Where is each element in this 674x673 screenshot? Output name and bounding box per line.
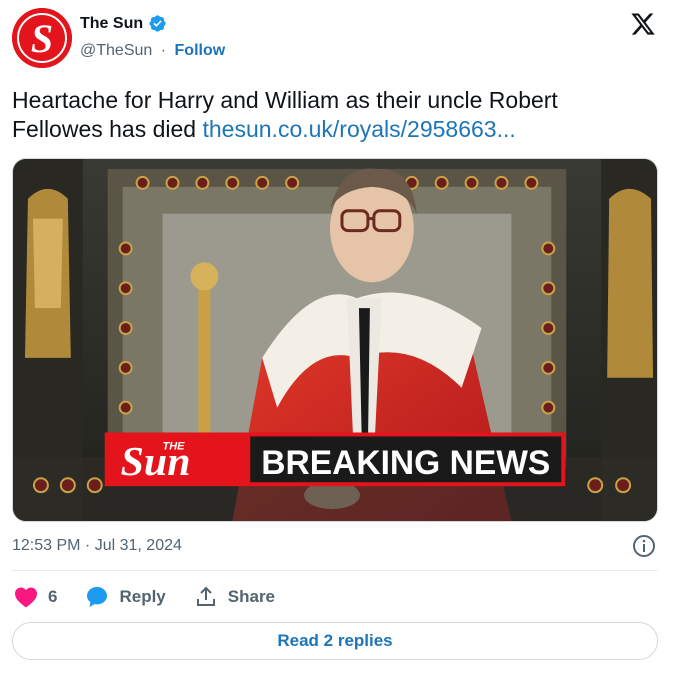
author-name[interactable]: The Sun (80, 15, 143, 33)
like-count: 6 (48, 587, 58, 606)
heart-icon (14, 586, 38, 608)
breaking-news-photo: Sun THE BREAKING NEWS (13, 159, 657, 521)
tweet-actions-bar: 6 Reply Share (14, 584, 303, 610)
author-name-row: The Sun (80, 14, 167, 33)
author-handle[interactable]: @TheSun (80, 42, 152, 59)
like-button[interactable]: 6 (14, 586, 57, 608)
the-sun-logo-icon: S (12, 8, 72, 68)
read-replies-button[interactable]: Read 2 replies (12, 622, 658, 660)
divider (12, 570, 658, 571)
banner-breaking-news-text: BREAKING NEWS (261, 444, 550, 482)
x-logo-icon[interactable] (630, 11, 656, 37)
tweet-media-image[interactable]: Sun THE BREAKING NEWS (12, 158, 658, 522)
reply-button[interactable]: Reply (85, 585, 166, 609)
tweet-text: Heartache for Harry and William as their… (12, 86, 652, 144)
tweet-link[interactable]: thesun.co.uk/royals/2958663... (203, 116, 516, 142)
reply-bubble-icon (85, 585, 109, 609)
share-label: Share (227, 587, 276, 606)
follow-button[interactable]: Follow (175, 42, 226, 59)
verified-badge-icon (148, 14, 167, 33)
svg-text:S: S (31, 16, 53, 61)
separator-dot: · (160, 42, 167, 59)
tweet-timestamp[interactable]: 12:53 PM · Jul 31, 2024 (12, 537, 182, 555)
info-icon[interactable] (632, 534, 656, 558)
author-avatar[interactable]: S (12, 8, 72, 68)
share-icon (194, 585, 218, 609)
share-button[interactable]: Share (194, 585, 275, 609)
author-handle-row: @TheSun · Follow (80, 42, 225, 60)
reply-label: Reply (119, 587, 166, 606)
banner-brand-small-text: THE (163, 440, 186, 452)
